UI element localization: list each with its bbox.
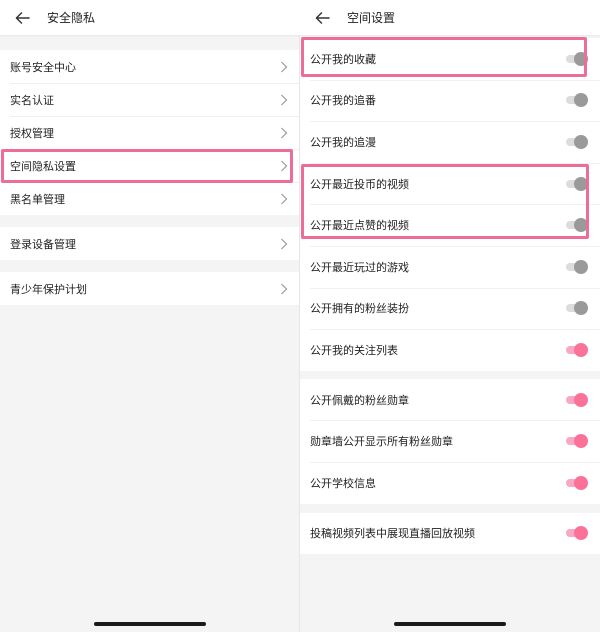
menu-item-account-security[interactable]: 账号安全中心	[0, 50, 300, 83]
home-indicator	[394, 622, 506, 626]
space-settings-panel: 空间设置 公开我的收藏 公开我的追番 公开我的追漫 公开最近投币的视频 公开最近…	[300, 0, 600, 632]
setting-row: 投稿视频列表中展现直播回放视频	[300, 513, 600, 555]
chevron-right-icon	[280, 94, 288, 106]
setting-label: 公开最近玩过的游戏	[310, 260, 409, 274]
toggle-switch[interactable]	[564, 301, 588, 316]
setting-row: 公开学校信息	[300, 461, 600, 504]
menu-item-real-name[interactable]: 实名认证	[0, 83, 300, 116]
menu-item-youth-protection[interactable]: 青少年保护计划	[0, 272, 300, 305]
setting-label: 投稿视频列表中展现直播回放视频	[310, 527, 475, 541]
toggle-switch[interactable]	[564, 434, 588, 449]
toggle-switch[interactable]	[564, 51, 588, 66]
menu-item-blacklist[interactable]: 黑名单管理	[0, 182, 300, 215]
toggle-switch[interactable]	[564, 392, 588, 407]
visibility-group: 公开我的收藏 公开我的追番 公开我的追漫 公开最近投币的视频 公开最近点赞的视频…	[300, 38, 600, 371]
menu-item-label: 账号安全中心	[10, 60, 76, 74]
left-header: 安全隐私	[0, 0, 300, 35]
menu-item-label: 授权管理	[10, 126, 54, 140]
menu-item-label: 黑名单管理	[10, 192, 65, 206]
setting-row: 公开最近投币的视频	[300, 162, 600, 205]
chevron-right-icon	[280, 127, 288, 139]
chevron-right-icon	[280, 283, 288, 295]
chevron-right-icon	[280, 238, 288, 250]
youth-group: 青少年保护计划	[0, 272, 300, 305]
setting-row: 公开佩戴的粉丝勋章	[300, 379, 600, 421]
back-button[interactable]	[314, 10, 330, 26]
medal-group: 公开佩戴的粉丝勋章 勋章墙公开显示所有粉丝勋章 公开学校信息	[300, 378, 600, 504]
setting-row: 勋章墙公开显示所有粉丝勋章	[300, 420, 600, 462]
setting-row: 公开我的关注列表	[300, 329, 600, 371]
setting-label: 勋章墙公开显示所有粉丝勋章	[310, 435, 453, 449]
page-title: 空间设置	[347, 11, 396, 25]
setting-label: 公开我的收藏	[310, 52, 376, 66]
setting-row: 公开拥有的粉丝装扮	[300, 287, 600, 330]
setting-label: 公开拥有的粉丝装扮	[310, 302, 409, 316]
setting-label: 公开学校信息	[310, 476, 376, 490]
toggle-switch[interactable]	[564, 93, 588, 108]
setting-label: 公开我的追漫	[310, 135, 376, 149]
page-title: 安全隐私	[47, 11, 96, 25]
menu-item-label: 空间隐私设置	[10, 159, 76, 173]
right-header: 空间设置	[300, 0, 600, 35]
arrow-left-icon	[15, 11, 30, 24]
chevron-right-icon	[280, 193, 288, 205]
setting-row: 公开我的追漫	[300, 121, 600, 163]
setting-label: 公开佩戴的粉丝勋章	[310, 393, 409, 407]
chevron-right-icon	[280, 61, 288, 73]
setting-label: 公开最近投币的视频	[310, 177, 409, 191]
account-settings-group: 账号安全中心 实名认证 授权管理 空间隐私设置 黑名单管理	[0, 50, 300, 215]
menu-item-login-devices[interactable]: 登录设备管理	[0, 227, 300, 260]
setting-row: 公开我的追番	[300, 79, 600, 122]
home-indicator	[94, 622, 206, 626]
back-button[interactable]	[14, 10, 30, 26]
toggle-switch[interactable]	[564, 475, 588, 490]
setting-row: 公开最近点赞的视频	[300, 204, 600, 246]
setting-label: 公开我的追番	[310, 94, 376, 108]
toggle-switch[interactable]	[564, 218, 588, 233]
setting-label: 公开最近点赞的视频	[310, 219, 409, 233]
chevron-right-icon	[280, 160, 288, 172]
setting-label: 公开我的关注列表	[310, 343, 398, 357]
security-privacy-panel: 安全隐私 账号安全中心 实名认证 授权管理 空间隐私设置 黑名单管理 登录设备管…	[0, 0, 300, 632]
toggle-switch[interactable]	[564, 342, 588, 357]
menu-item-authorization[interactable]: 授权管理	[0, 116, 300, 149]
setting-row: 公开最近玩过的游戏	[300, 245, 600, 288]
toggle-switch[interactable]	[564, 134, 588, 149]
live-replay-group: 投稿视频列表中展现直播回放视频	[300, 512, 600, 555]
device-group: 登录设备管理	[0, 227, 300, 260]
menu-item-label: 青少年保护计划	[10, 282, 87, 296]
menu-item-space-privacy[interactable]: 空间隐私设置	[0, 149, 300, 182]
menu-item-label: 登录设备管理	[10, 237, 76, 251]
arrow-left-icon	[315, 11, 330, 24]
toggle-switch[interactable]	[564, 526, 588, 541]
setting-row: 公开我的收藏	[300, 38, 600, 80]
toggle-switch[interactable]	[564, 259, 588, 274]
toggle-switch[interactable]	[564, 176, 588, 191]
menu-item-label: 实名认证	[10, 93, 54, 107]
